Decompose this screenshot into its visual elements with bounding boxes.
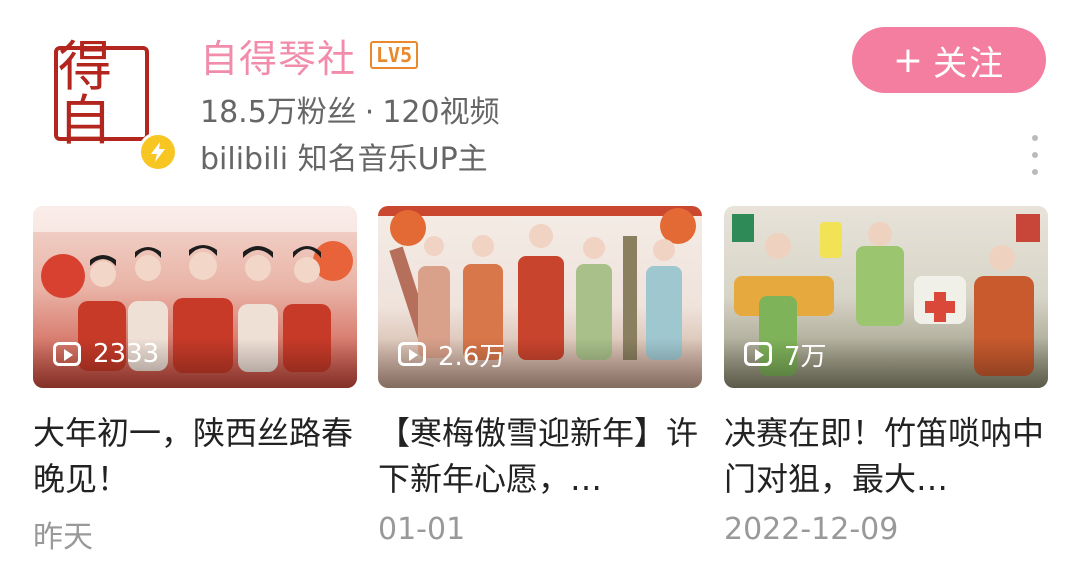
video-thumbnail[interactable]: 7万 [724, 206, 1048, 388]
play-count-value: 7万 [784, 341, 827, 372]
follow-label: 关注 [933, 43, 1006, 84]
play-count: 7万 [744, 338, 827, 372]
video-title[interactable]: 【寒梅傲雪迎新年】许下新年心愿，… [378, 410, 698, 502]
channel-name[interactable]: 自得琴社 [200, 28, 356, 83]
follow-button[interactable]: + 关注 [852, 27, 1046, 93]
verified-icon [138, 132, 178, 172]
play-count-value: 2333 [93, 339, 160, 369]
level-badge: LV5 [370, 41, 419, 69]
follower-count: 18.5万粉丝 [200, 95, 357, 130]
video-date: 昨天 [33, 520, 93, 555]
play-icon [398, 342, 426, 366]
play-count-value: 2.6万 [438, 341, 506, 372]
seal-logo: 得自 [54, 39, 149, 147]
video-title[interactable]: 大年初一，陕西丝路春晚见！ [33, 410, 353, 502]
video-date: 01-01 [378, 512, 466, 547]
video-count: 120视频 [382, 95, 500, 130]
play-icon [53, 342, 81, 366]
play-icon [744, 342, 772, 366]
video-thumbnail[interactable]: 2333 [33, 206, 357, 388]
play-count: 2.6万 [398, 338, 506, 372]
plus-icon: + [892, 39, 926, 81]
channel-description: bilibili 知名音乐UP主 [200, 142, 488, 177]
video-thumbnail[interactable]: 2.6万 [378, 206, 702, 388]
video-title[interactable]: 决赛在即！竹笛唢呐中门对狙，最大… [724, 410, 1044, 502]
video-date: 2022-12-09 [724, 512, 899, 547]
play-count: 2333 [53, 338, 159, 370]
stats-separator: · [364, 95, 375, 130]
channel-header: 得自 自得琴社 LV5 18.5万粉丝 · 120视频 bilibili 知名音乐U… [0, 0, 1080, 200]
channel-stats: 18.5万粉丝 · 120视频 [200, 87, 500, 131]
more-icon[interactable] [1024, 135, 1046, 175]
